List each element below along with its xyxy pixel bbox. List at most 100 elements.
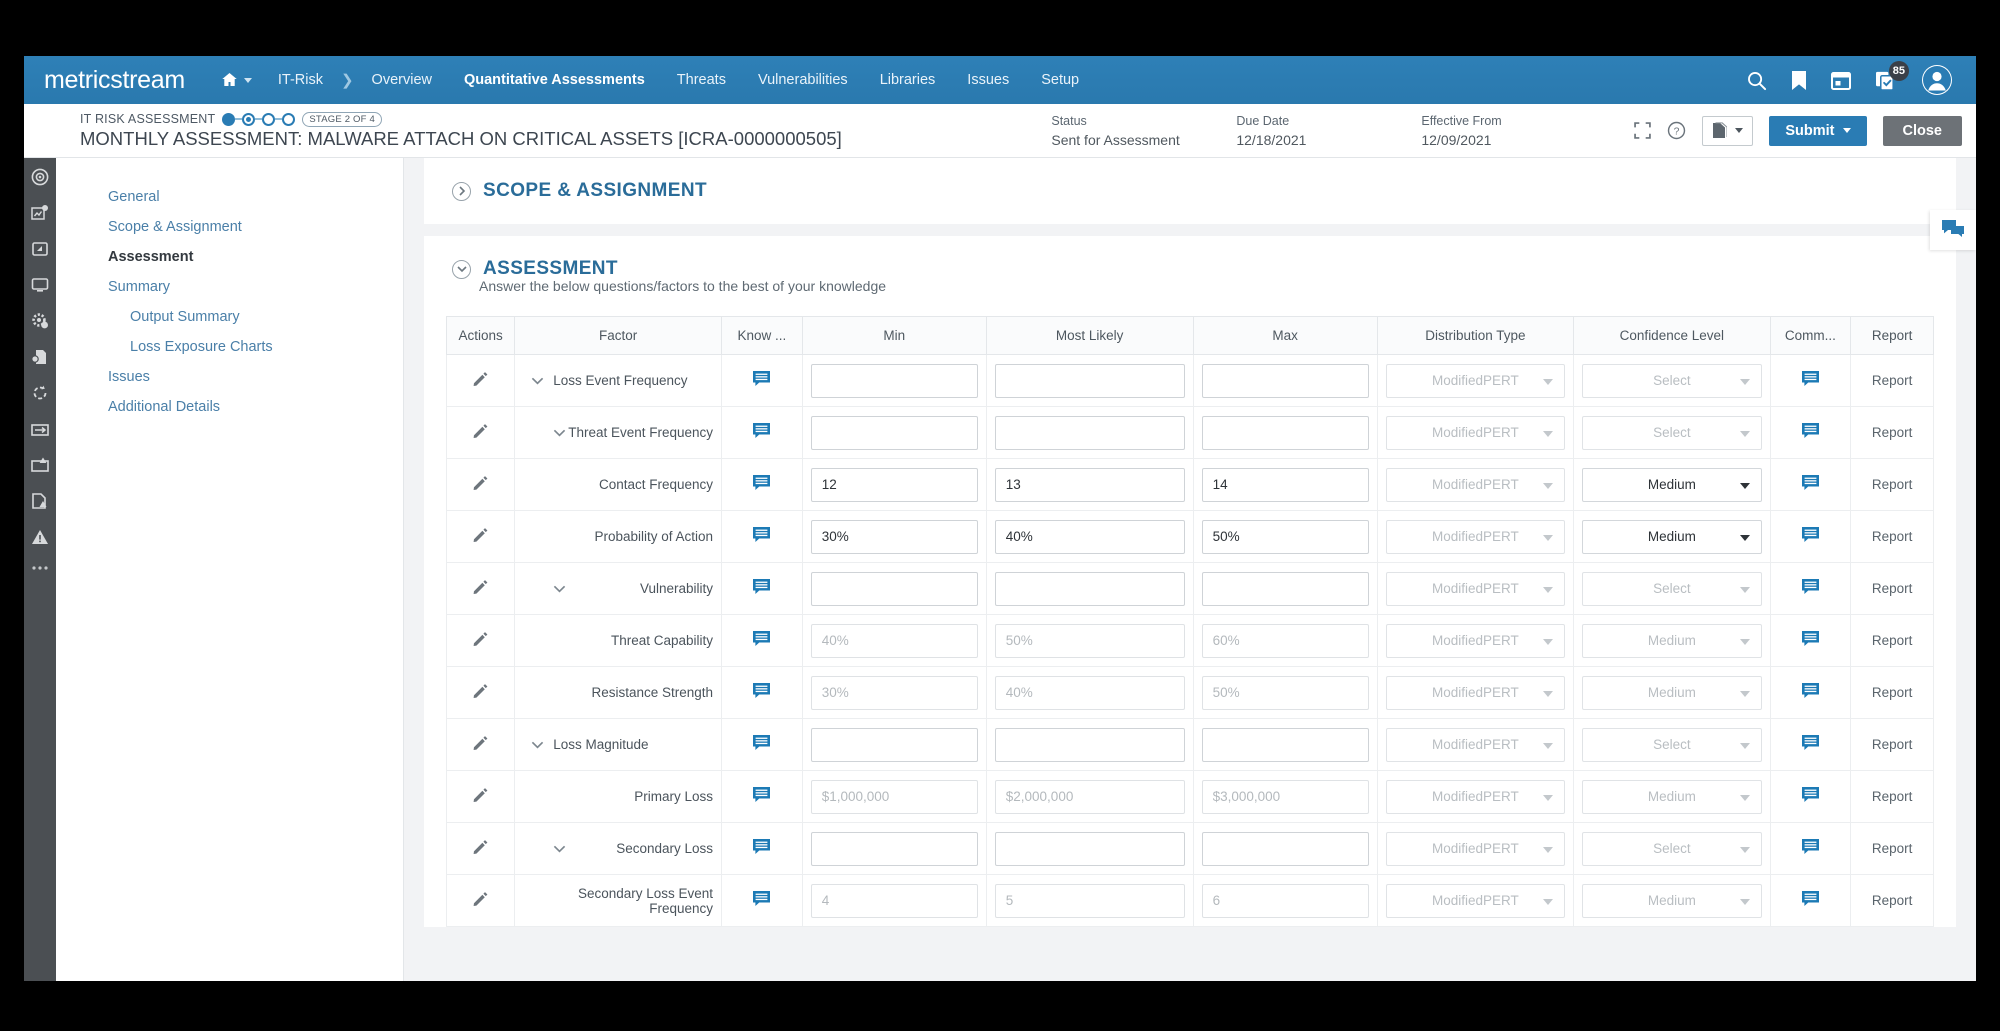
report-link[interactable]: Report (1872, 581, 1913, 596)
edit-row-button[interactable] (472, 475, 489, 495)
edit-row-button[interactable] (472, 839, 489, 859)
confidence-level-select[interactable]: Medium (1582, 675, 1762, 710)
comments-icon[interactable] (1801, 422, 1820, 443)
knowledge-comment-icon[interactable] (752, 578, 771, 599)
confidence-level-select[interactable]: Select (1582, 831, 1762, 866)
max-input[interactable] (1201, 467, 1369, 502)
edit-row-button[interactable] (472, 579, 489, 599)
chevron-down-icon[interactable] (553, 581, 566, 596)
edit-row-button[interactable] (472, 683, 489, 703)
document-alert-icon[interactable] (31, 492, 49, 510)
search-icon[interactable] (1746, 70, 1767, 91)
distribution-type-select[interactable]: ModifiedPERT (1385, 831, 1566, 866)
inbox-icon[interactable] (31, 420, 49, 438)
min-input[interactable] (810, 571, 978, 606)
chevron-down-icon[interactable] (531, 737, 544, 752)
nav-issues[interactable]: Issues (951, 66, 1025, 94)
distribution-type-select[interactable]: ModifiedPERT (1385, 415, 1566, 450)
sidebar-item-summary[interactable]: Summary (56, 272, 403, 302)
edit-row-button[interactable] (472, 787, 489, 807)
comments-icon[interactable] (1801, 526, 1820, 547)
report-link[interactable]: Report (1872, 633, 1913, 648)
confidence-level-select[interactable]: Select (1582, 727, 1762, 762)
sidebar-item-output-summary[interactable]: Output Summary (56, 302, 403, 332)
max-input[interactable] (1201, 623, 1369, 658)
distribution-type-select[interactable]: ModifiedPERT (1385, 727, 1566, 762)
edit-row-button[interactable] (472, 891, 489, 911)
min-input[interactable] (810, 779, 978, 814)
report-link[interactable]: Report (1872, 841, 1913, 856)
min-input[interactable] (810, 675, 978, 710)
knowledge-comment-icon[interactable] (752, 370, 771, 391)
submit-button[interactable]: Submit (1769, 115, 1867, 146)
knowledge-comment-icon[interactable] (752, 734, 771, 755)
report-link[interactable]: Report (1872, 685, 1913, 700)
expand-icon[interactable] (1634, 122, 1652, 139)
edit-row-button[interactable] (472, 735, 489, 755)
risk-assessment-icon[interactable] (31, 204, 49, 222)
document-menu-button[interactable] (1702, 115, 1754, 146)
knowledge-comment-icon[interactable] (752, 526, 771, 547)
confidence-level-select[interactable]: Select (1582, 571, 1762, 606)
min-input[interactable] (810, 363, 978, 398)
most-likely-input[interactable] (994, 727, 1185, 762)
comments-icon[interactable] (1801, 786, 1820, 807)
section-scope-assignment[interactable]: SCOPE & ASSIGNMENT (424, 158, 1956, 224)
confidence-level-select[interactable]: Medium (1582, 779, 1762, 814)
min-input[interactable] (810, 467, 978, 502)
nav-libraries[interactable]: Libraries (864, 66, 952, 94)
chevron-down-icon[interactable] (531, 373, 544, 388)
most-likely-input[interactable] (994, 831, 1185, 866)
comments-icon[interactable] (1801, 682, 1820, 703)
report-warning-icon[interactable] (31, 456, 49, 474)
distribution-type-select[interactable]: ModifiedPERT (1385, 779, 1566, 814)
asset-icon[interactable] (31, 240, 49, 258)
distribution-type-select[interactable]: ModifiedPERT (1385, 363, 1566, 398)
edit-row-button[interactable] (472, 423, 489, 443)
min-input[interactable] (810, 727, 978, 762)
confidence-level-select[interactable]: Medium (1582, 883, 1762, 918)
distribution-type-select[interactable]: ModifiedPERT (1385, 467, 1566, 502)
confidence-level-select[interactable]: Select (1582, 363, 1762, 398)
report-link[interactable]: Report (1872, 737, 1913, 752)
most-likely-input[interactable] (994, 571, 1185, 606)
nav-vulnerabilities[interactable]: Vulnerabilities (742, 66, 864, 94)
target-icon[interactable] (31, 168, 49, 186)
sidebar-item-issues[interactable]: Issues (56, 362, 403, 392)
warning-triangle-icon[interactable] (31, 528, 49, 546)
distribution-type-select[interactable]: ModifiedPERT (1385, 519, 1566, 554)
bookmark-icon[interactable] (1791, 70, 1807, 91)
most-likely-input[interactable] (994, 415, 1185, 450)
max-input[interactable] (1201, 727, 1369, 762)
chevron-down-icon[interactable] (553, 425, 566, 440)
comments-icon[interactable] (1801, 734, 1820, 755)
comments-icon[interactable] (1801, 630, 1820, 651)
comments-icon[interactable] (1801, 474, 1820, 495)
settings-gear-icon[interactable] (31, 312, 49, 330)
knowledge-comment-icon[interactable] (752, 474, 771, 495)
close-button[interactable]: Close (1882, 115, 1962, 146)
confidence-level-select[interactable]: Medium (1582, 519, 1762, 554)
monitor-icon[interactable] (31, 276, 49, 294)
comments-icon[interactable] (1801, 890, 1820, 911)
min-input[interactable] (810, 415, 978, 450)
report-link[interactable]: Report (1872, 373, 1913, 388)
edit-row-button[interactable] (472, 371, 489, 391)
nav-quantitative-assessments[interactable]: Quantitative Assessments (448, 66, 661, 94)
knowledge-comment-icon[interactable] (752, 682, 771, 703)
sidebar-item-assessment[interactable]: Assessment (56, 242, 403, 272)
nav-threats[interactable]: Threats (661, 66, 742, 94)
knowledge-comment-icon[interactable] (752, 786, 771, 807)
comments-icon[interactable] (1801, 838, 1820, 859)
sidebar-item-scope-assignment[interactable]: Scope & Assignment (56, 212, 403, 242)
report-link[interactable]: Report (1872, 893, 1913, 908)
max-input[interactable] (1201, 831, 1369, 866)
confidence-level-select[interactable]: Medium (1582, 623, 1762, 658)
most-likely-input[interactable] (994, 467, 1185, 502)
chat-bubble-icon[interactable] (1930, 210, 1976, 250)
max-input[interactable] (1201, 883, 1369, 918)
nav-setup[interactable]: Setup (1025, 66, 1095, 94)
max-input[interactable] (1201, 519, 1369, 554)
distribution-type-select[interactable]: ModifiedPERT (1385, 883, 1566, 918)
comments-icon[interactable] (1801, 370, 1820, 391)
